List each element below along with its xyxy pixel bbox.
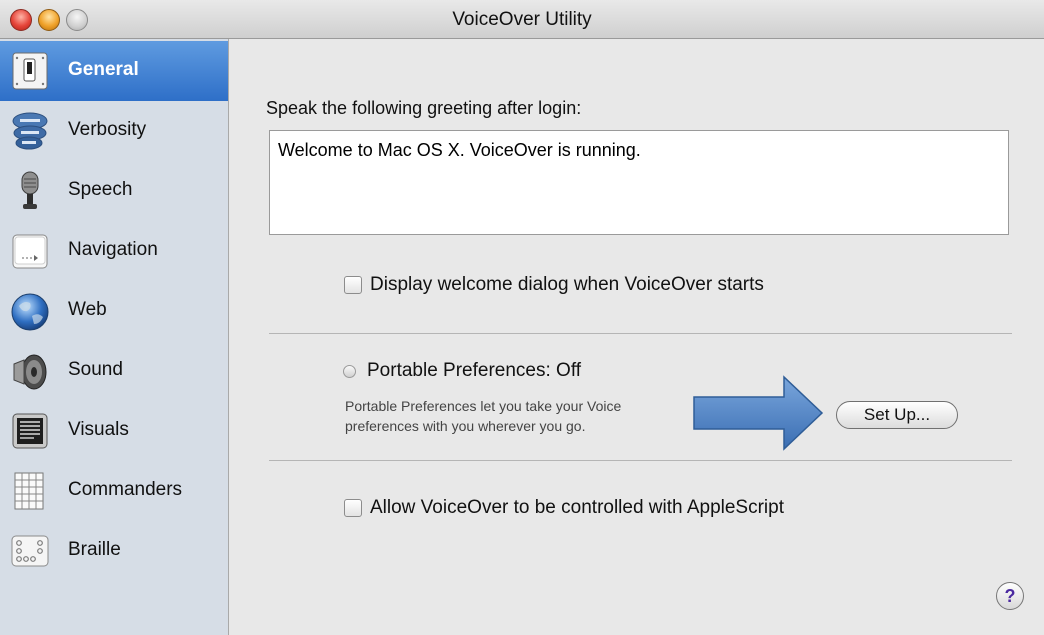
sidebar-item-braille[interactable]: Braille (0, 521, 228, 581)
greeting-label: Speak the following greeting after login… (266, 98, 582, 118)
speaker-icon (13, 354, 47, 390)
sidebar-item-label: Visuals (68, 419, 129, 440)
sidebar-item-web[interactable]: Web (0, 281, 228, 341)
sidebar-item-label: Sound (68, 359, 123, 380)
braille-dots-icon (11, 535, 49, 567)
window-title: VoiceOver Utility (452, 9, 592, 30)
sidebar-item-verbosity[interactable]: Verbosity (0, 101, 228, 161)
sidebar-item-label: Commanders (68, 479, 183, 500)
separator (269, 333, 1012, 334)
portable-status-indicator (343, 365, 356, 378)
sidebar-item-visuals[interactable]: Visuals (0, 401, 228, 461)
sidebar-item-label: Speech (68, 179, 133, 200)
portable-preferences-description: Portable Preferences let you take your V… (345, 396, 705, 436)
set-up-button[interactable]: Set Up... (836, 401, 958, 429)
help-button[interactable]: ? (996, 582, 1024, 610)
applescript-label: Allow VoiceOver to be controlled with Ap… (370, 497, 784, 518)
general-pane: Speak the following greeting after login… (229, 39, 1044, 635)
title-bar[interactable]: VoiceOver Utility (0, 0, 1044, 39)
sidebar-item-label: Web (68, 299, 107, 320)
sidebar-item-label: Navigation (68, 239, 158, 260)
welcome-dialog-checkbox[interactable] (344, 276, 362, 294)
sidebar-item-label: Braille (68, 539, 121, 560)
separator (269, 460, 1012, 461)
sidebar-item-label: General (68, 59, 139, 80)
portable-desc-line: Portable Preferences let you take your V… (345, 398, 622, 414)
sidebar-item-sound[interactable]: Sound (0, 341, 228, 401)
voiceover-utility-window: VoiceOver Utility General Verbosity Spee… (0, 0, 1044, 635)
greeting-text: Welcome to Mac OS X. VoiceOver is runnin… (278, 140, 641, 160)
monitor-icon (12, 413, 48, 449)
microphone-icon (21, 171, 39, 209)
portable-desc-line: preferences with you wherever you go. (345, 418, 586, 434)
grid-icon (14, 472, 44, 510)
arrow-annotation-icon (693, 375, 824, 451)
sidebar-item-label: Verbosity (68, 119, 147, 140)
navigation-key-icon (12, 234, 48, 269)
applescript-checkbox[interactable] (344, 499, 362, 517)
greeting-text-field[interactable]: Welcome to Mac OS X. VoiceOver is runnin… (269, 130, 1009, 235)
category-sidebar: General Verbosity Speech Navigation Web … (0, 39, 229, 635)
welcome-dialog-label: Display welcome dialog when VoiceOver st… (370, 274, 764, 295)
sidebar-item-general[interactable]: General (0, 41, 228, 101)
sidebar-item-navigation[interactable]: Navigation (0, 221, 228, 281)
globe-icon (11, 293, 49, 331)
switch-icon (12, 52, 48, 90)
sidebar-item-commanders[interactable]: Commanders (0, 461, 228, 521)
sidebar-item-speech[interactable]: Speech (0, 161, 228, 221)
speech-bubbles-icon (12, 112, 48, 150)
portable-preferences-label: Portable Preferences: Off (367, 360, 582, 381)
